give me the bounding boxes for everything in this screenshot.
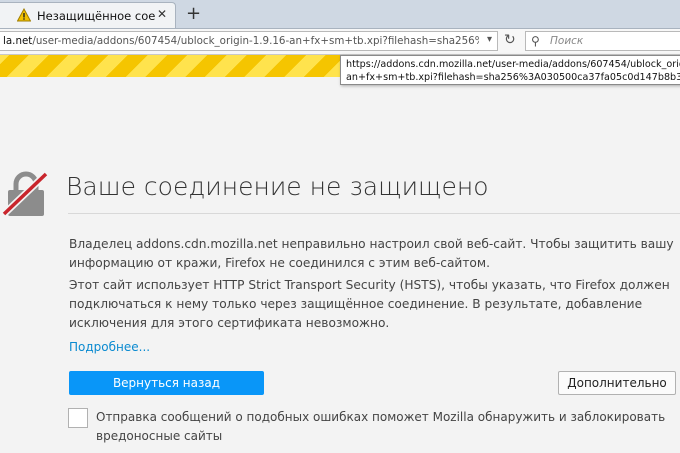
tab-strip: Незащищённое соединени ✕ +	[0, 0, 680, 29]
url-host: la.net	[3, 35, 33, 47]
learn-more-link[interactable]: Подробнее...	[69, 340, 150, 354]
navigation-bar: la.net/user-media/addons/607454/ublock_o…	[0, 29, 680, 55]
url-tooltip: https://addons.cdn.mozilla.net/user-medi…	[340, 55, 680, 85]
tooltip-line-1: https://addons.cdn.mozilla.net/user-medi…	[346, 59, 680, 70]
search-placeholder: Поиск	[550, 35, 584, 47]
search-icon: ⚲	[531, 34, 540, 48]
warning-icon	[17, 8, 31, 22]
search-input[interactable]: ⚲ Поиск	[525, 31, 680, 51]
url-text: la.net/user-media/addons/607454/ublock_o…	[3, 35, 479, 47]
error-title: Ваше соединение не защищено	[66, 172, 489, 201]
broken-lock-icon	[1, 171, 49, 217]
error-description: Владелец addons.cdn.mozilla.net неправил…	[69, 237, 674, 270]
tooltip-line-2: an+fx+sm+tb.xpi?filehash=sha256%3A030500…	[346, 72, 680, 83]
go-back-button[interactable]: Вернуться назад	[69, 371, 264, 395]
hsts-description: Этот сайт использует HTTP Strict Transpo…	[69, 278, 670, 330]
advanced-button[interactable]: Дополнительно	[558, 371, 676, 395]
close-icon[interactable]: ✕	[157, 7, 167, 21]
dropdown-arrow-icon[interactable]: ▾	[487, 34, 492, 45]
reload-icon[interactable]: ↻	[504, 32, 516, 48]
tab-title: Незащищённое соединени	[37, 9, 155, 23]
plus-icon[interactable]: +	[186, 3, 201, 24]
report-errors-checkbox[interactable]	[68, 408, 88, 428]
report-errors-label: Отправка сообщений о подобных ошибках по…	[96, 410, 666, 443]
url-bar[interactable]: la.net/user-media/addons/607454/ublock_o…	[0, 31, 498, 51]
tab-active[interactable]: Незащищённое соединени ✕	[0, 2, 176, 28]
title-divider	[68, 213, 680, 214]
url-path: /user-media/addons/607454/ublock_origin-…	[32, 35, 479, 47]
